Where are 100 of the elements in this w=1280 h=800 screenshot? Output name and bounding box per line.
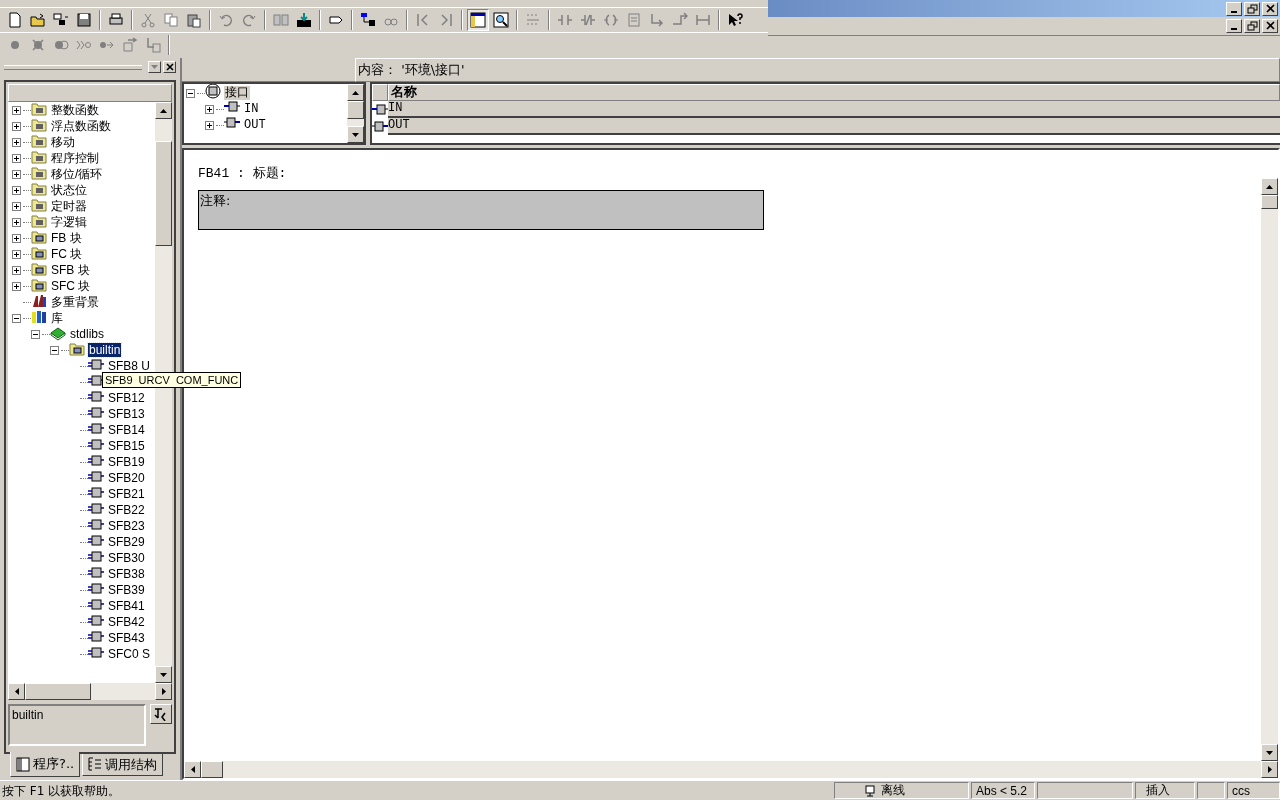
tree-item[interactable]: 移动 — [50, 135, 76, 149]
branch-up-icon[interactable] — [672, 12, 688, 28]
expand-button[interactable] — [12, 105, 21, 115]
context-help-icon[interactable] — [727, 12, 743, 28]
expand-button[interactable] — [12, 121, 21, 131]
tree-item[interactable]: 程序控制 — [50, 151, 100, 165]
printer-icon[interactable] — [108, 12, 124, 28]
scrollbar-thumb[interactable] — [347, 101, 364, 119]
expand-button[interactable] — [12, 153, 21, 163]
tree-item[interactable]: IN — [243, 102, 260, 116]
save-icon[interactable] — [76, 12, 92, 28]
collapse-button[interactable] — [12, 313, 21, 323]
magnifier-icon[interactable] — [493, 12, 509, 28]
tree-item[interactable]: SFC0 S — [107, 647, 151, 661]
expand-button[interactable] — [12, 249, 21, 259]
scroll-up-button[interactable] — [155, 102, 172, 119]
expand-button[interactable] — [12, 233, 21, 243]
tree-item[interactable]: SFB13 — [107, 407, 146, 421]
scrollbar[interactable] — [347, 84, 364, 143]
expand-button[interactable] — [12, 281, 21, 291]
scrollbar-thumb[interactable] — [201, 761, 223, 778]
tree-item[interactable]: FB 块 — [50, 231, 83, 245]
tree-item[interactable]: SFB30 — [107, 551, 146, 565]
scrollbar[interactable] — [184, 761, 1278, 778]
collapse-button[interactable] — [31, 329, 40, 339]
tree-item[interactable]: SFB23 — [107, 519, 146, 533]
tree-item[interactable]: SFB 块 — [50, 263, 91, 277]
tree-item[interactable]: SFB39 — [107, 583, 146, 597]
coil-icon[interactable] — [603, 12, 619, 28]
tab[interactable]: 调用结构 — [82, 754, 164, 776]
tree-item[interactable]: builtin — [88, 343, 122, 357]
minimize-button[interactable] — [1226, 19, 1242, 33]
tree-item[interactable]: 定时器 — [50, 199, 88, 213]
step-forward-icon[interactable] — [438, 12, 454, 28]
close-button[interactable] — [1262, 19, 1278, 33]
tree-item[interactable]: SFC 块 — [50, 279, 92, 293]
copy-icon[interactable] — [163, 12, 179, 28]
tree-item[interactable]: SFB15 — [107, 439, 146, 453]
tree-item[interactable]: stdlibs — [69, 327, 105, 341]
network-icon[interactable] — [360, 12, 376, 28]
new-file-icon[interactable] — [7, 12, 23, 28]
restore-button[interactable] — [1244, 1, 1260, 16]
network-folder-icon[interactable] — [53, 12, 69, 28]
column-header[interactable]: 名称 — [388, 84, 1280, 101]
expand-button[interactable] — [205, 104, 214, 114]
expand-button[interactable] — [12, 201, 21, 211]
expand-button[interactable] — [12, 217, 21, 227]
tree-item[interactable]: 状态位 — [50, 183, 88, 197]
close-button[interactable] — [163, 61, 176, 73]
collapse-button[interactable] — [186, 88, 195, 98]
tree-item[interactable]: 字逻辑 — [50, 215, 88, 229]
scroll-down-button[interactable] — [347, 126, 364, 143]
scrollbar[interactable] — [1261, 178, 1278, 761]
tree-item[interactable]: 多重背景 — [50, 295, 100, 309]
tree-item[interactable]: SFB22 — [107, 503, 146, 517]
expand-button[interactable] — [205, 120, 214, 130]
scroll-right-button[interactable] — [155, 683, 172, 700]
panel-menu-button[interactable] — [148, 61, 161, 73]
scroll-up-button[interactable] — [1261, 178, 1278, 195]
undo-icon[interactable] — [218, 12, 234, 28]
tab[interactable]: 程序?.. — [10, 752, 81, 777]
tree-item[interactable]: OUT — [243, 118, 267, 132]
open-folder-icon[interactable] — [30, 12, 46, 28]
expand-button[interactable] — [12, 137, 21, 147]
tree-item[interactable]: 库 — [50, 311, 64, 325]
tree-item[interactable]: 整数函数 — [50, 103, 100, 117]
scroll-down-button[interactable] — [155, 666, 172, 683]
tree-item[interactable]: SFB8 U — [107, 359, 151, 373]
negated-contact-icon[interactable] — [580, 12, 596, 28]
tree-item[interactable]: 接口 — [224, 86, 250, 100]
tree-item[interactable]: SFB21 — [107, 487, 146, 501]
tree-item[interactable]: SFB38 — [107, 567, 146, 581]
clear-breakpoint-icon[interactable] — [30, 37, 46, 53]
collapse-button[interactable] — [50, 345, 59, 355]
paste-icon[interactable] — [186, 12, 202, 28]
tree-item[interactable]: 移位/循环 — [50, 167, 104, 181]
tree-item[interactable]: SFB42 — [107, 615, 146, 629]
scroll-up-button[interactable] — [347, 84, 364, 101]
scroll-down-button[interactable] — [1261, 744, 1278, 761]
branch-down-icon[interactable] — [649, 12, 665, 28]
tree-item[interactable]: SFB19 — [107, 455, 146, 469]
scroll-left-button[interactable] — [184, 761, 201, 778]
expand-button[interactable] — [12, 169, 21, 179]
tree-item[interactable]: 浮点数函数 — [50, 119, 112, 133]
scrollbar-thumb[interactable] — [155, 141, 172, 246]
scroll-right-button[interactable] — [1261, 761, 1278, 778]
scrollbar-thumb[interactable] — [1261, 195, 1278, 209]
tree-item[interactable]: SFB41 — [107, 599, 146, 613]
tree-item[interactable]: FC 块 — [50, 247, 84, 261]
tree-item[interactable]: SFB29 — [107, 535, 146, 549]
download-icon[interactable] — [296, 12, 312, 28]
step-back-icon[interactable] — [415, 12, 431, 28]
scrollbar[interactable] — [8, 683, 172, 700]
comment-field[interactable]: 注释: — [198, 190, 764, 230]
close-button[interactable] — [1262, 1, 1278, 16]
double-circle-icon[interactable] — [53, 37, 69, 53]
scroll-left-button[interactable] — [8, 683, 25, 700]
tree-item[interactable]: SFB14 — [107, 423, 146, 437]
minimize-button[interactable] — [1226, 1, 1242, 16]
scrollbar-thumb[interactable] — [25, 683, 91, 700]
